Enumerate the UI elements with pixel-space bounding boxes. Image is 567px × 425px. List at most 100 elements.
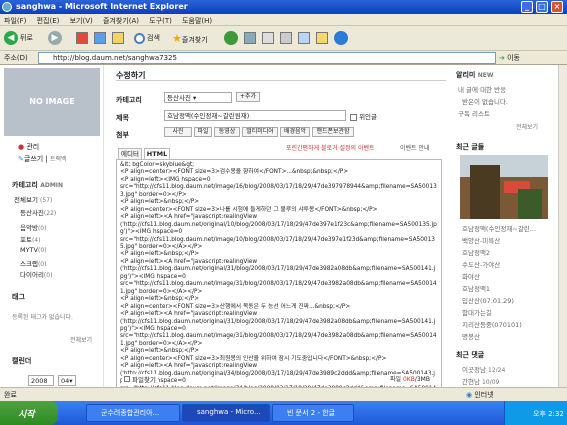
forward-arrow-icon: ▶ — [48, 31, 62, 45]
title-input[interactable]: 호남정맥(수인정재~갈린원재) — [164, 110, 346, 121]
menu-view[interactable]: 보기(V) — [70, 17, 93, 25]
recent-post-thumbnail[interactable] — [460, 155, 548, 219]
messenger-button[interactable] — [334, 31, 350, 46]
home-icon — [112, 32, 124, 44]
mail-icon — [262, 32, 274, 44]
attach-file-button[interactable]: 파일 — [194, 127, 212, 137]
recent-post-item[interactable]: 명봉산 — [462, 331, 480, 341]
recent-post-item[interactable]: 호남정맥2 — [462, 247, 490, 257]
add-category-button[interactable]: +추가 — [236, 92, 260, 102]
event-link[interactable]: 이벤트 안내 — [400, 143, 430, 152]
folder-button[interactable] — [316, 31, 328, 46]
attach-phone-button[interactable]: 핸드폰보관함 — [312, 127, 354, 137]
taskbar-app[interactable]: sanghwa - Micro... — [182, 404, 270, 422]
menu-tools[interactable]: 도구(T) — [149, 17, 172, 25]
messenger-icon — [334, 31, 348, 45]
tag-empty-text: 등록된 태그가 없습니다. — [12, 314, 73, 321]
media-icon — [224, 31, 238, 45]
close-button[interactable]: × — [551, 1, 563, 13]
attach-video-button[interactable]: 동영상 — [214, 127, 240, 137]
print-button[interactable] — [280, 31, 292, 46]
status-text: 완료 — [4, 391, 17, 399]
comment-item[interactable]: 이곳정남 12/24 — [462, 364, 505, 374]
start-button[interactable]: 시작 — [0, 401, 58, 425]
print-icon — [280, 32, 292, 44]
profile-image-placeholder: NO IMAGE — [4, 68, 100, 136]
attach-label: 첨부 — [116, 131, 129, 139]
window-title-bar[interactable]: sanghwa - Microsoft Internet Explorer _ … — [0, 0, 567, 14]
address-input[interactable]: http://blog.daum.net/sanghwa7325 — [38, 52, 496, 64]
menu-help[interactable]: 도움말(H) — [182, 17, 212, 25]
tab-editor[interactable]: 에디터 — [118, 148, 142, 159]
html-source-textarea[interactable]: &lt; bgColor=skyblue&gt; <P align=center… — [116, 159, 442, 397]
stop-button[interactable] — [76, 31, 88, 46]
refresh-icon — [94, 32, 106, 44]
anonymous-checkbox[interactable]: 위인글 — [350, 111, 377, 121]
category-item[interactable]: 포토(4) — [20, 234, 40, 244]
attach-bgm-button[interactable]: 배경음악 — [280, 127, 310, 137]
month-select[interactable]: 04▾ — [58, 375, 76, 386]
favorites-button[interactable]: ★즐겨찾기 — [172, 31, 208, 46]
search-button[interactable]: 검색 — [134, 31, 160, 46]
year-select[interactable]: 2008 ▾ — [28, 375, 54, 393]
recent-post-item[interactable]: 화야산 — [462, 271, 480, 281]
go-button[interactable]: ➔ 이동 — [499, 52, 520, 64]
tag-view-all-link[interactable]: 전체보기 — [70, 335, 92, 344]
recent-post-item[interactable]: 지리산등중(070101) — [462, 319, 522, 329]
comment-item[interactable]: 간현남 10/09 — [462, 376, 499, 386]
stop-icon — [76, 32, 88, 44]
toolbar: ◀ 뒤로 ▶ 검색 ★즐겨찾기 — [0, 26, 567, 51]
category-select[interactable]: 등산사진 ▾ — [164, 92, 232, 103]
recent-post-item[interactable]: 입산산(07.01.29) — [462, 295, 514, 305]
category-item[interactable]: 다이어리(0) — [20, 269, 52, 279]
write-link[interactable]: ✎글쓰기 | 트랙백 — [18, 154, 67, 164]
maximize-button[interactable]: □ — [536, 1, 548, 13]
file-find-button[interactable]: 파일찾기 — [122, 374, 158, 384]
home-button[interactable] — [112, 31, 124, 46]
taskbar-app[interactable]: 빈 문서 2 - 한글 — [272, 404, 354, 422]
attach-photo-button[interactable]: 사진 — [164, 127, 192, 137]
refresh-button[interactable] — [94, 31, 106, 46]
attach-multimedia-button[interactable]: 멀티미디어 — [242, 127, 278, 137]
internet-zone: ◉ 인터넷 — [466, 391, 494, 399]
mail-button[interactable] — [262, 31, 274, 46]
back-arrow-icon: ◀ — [4, 31, 18, 45]
category-label: 카테고리 — [116, 96, 142, 104]
address-label: 주소(D) — [4, 54, 28, 62]
notice-view-all-link[interactable]: 전체보기 — [516, 122, 538, 131]
forward-button[interactable]: ▶ — [48, 31, 64, 46]
star-icon: ★ — [172, 32, 182, 45]
recent-post-item[interactable]: 호남정맥(수인정재~갈린... — [462, 223, 536, 233]
recent-post-item[interactable]: 백양산-미륵산 — [462, 235, 500, 245]
menu-favorites[interactable]: 즐겨찾기(A) — [103, 17, 139, 25]
checkbox-icon — [124, 376, 130, 382]
file-size-indicator: 파일 0KB/3MB — [390, 374, 430, 383]
menu-edit[interactable]: 편집(E) — [37, 17, 60, 25]
tag-header: 태그 — [12, 293, 25, 301]
notice-header: 알리미 NEW — [456, 71, 494, 79]
notice-item[interactable]: 내 글에 대한 반응 — [458, 84, 506, 94]
manage-icon: ● — [18, 143, 25, 151]
event-banner[interactable]: 포린간편하게 블로거 설정의 이벤트 — [286, 143, 375, 152]
recent-post-item[interactable]: 호남정맥1 — [462, 283, 490, 293]
history-icon — [244, 32, 256, 44]
category-item[interactable]: 음악방(0) — [20, 222, 46, 232]
vertical-scrollbar[interactable] — [558, 65, 567, 387]
edit-button[interactable] — [298, 31, 310, 46]
recent-post-item[interactable]: 함대가는길 — [462, 307, 492, 317]
title-label: 제목 — [116, 114, 129, 122]
category-item[interactable]: 등산사진(22) — [20, 207, 56, 217]
menu-file[interactable]: 파일(F) — [4, 17, 26, 25]
recent-post-item[interactable]: 수도산-가야산 — [462, 259, 500, 269]
manage-link[interactable]: ● 관리 — [18, 142, 39, 152]
category-item[interactable]: 스크랩(0) — [20, 258, 46, 268]
minimize-button[interactable]: _ — [521, 1, 533, 13]
notice-item[interactable]: 구독 리스트 — [458, 108, 490, 118]
back-button[interactable]: ◀ 뒤로 — [4, 31, 33, 46]
taskbar-app[interactable]: 군수려종합관리아... — [86, 404, 180, 422]
edit-icon — [298, 32, 310, 44]
history-button[interactable] — [244, 31, 256, 46]
media-button[interactable] — [224, 31, 240, 46]
category-item[interactable]: MYTV(0) — [20, 246, 47, 254]
category-all[interactable]: 전체보기 (57) — [14, 194, 52, 204]
